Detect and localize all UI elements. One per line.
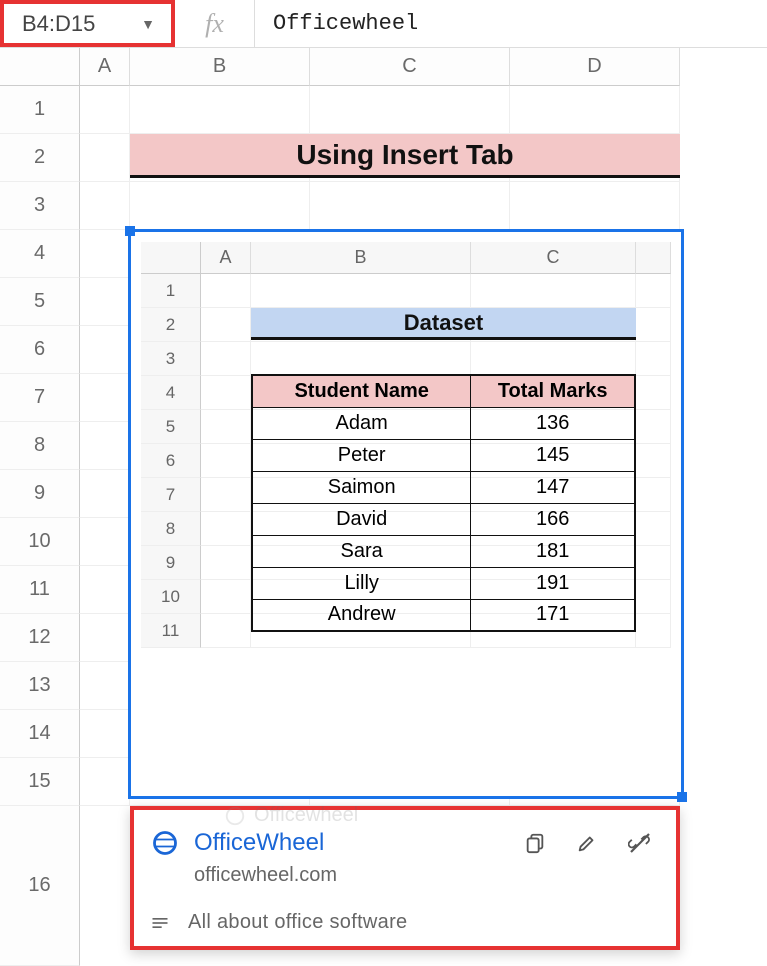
row-header[interactable]: 4 xyxy=(0,230,80,278)
dataset-banner: Dataset xyxy=(251,308,636,340)
name-box-value: B4:D15 xyxy=(22,11,95,37)
site-logo-icon xyxy=(150,828,180,858)
mini-row[interactable]: 5 xyxy=(141,410,201,444)
formula-bar: B4:D15 ▼ fx xyxy=(0,0,767,48)
copy-link-button[interactable] xyxy=(516,832,554,854)
mini-row[interactable]: 7 xyxy=(141,478,201,512)
sheet-body: 1 2 3 4 5 6 7 8 9 10 11 12 13 14 15 16 U… xyxy=(0,86,767,966)
mini-row[interactable]: 11 xyxy=(141,614,201,648)
data-table: Student Name Total Marks Adam136 Peter14… xyxy=(251,374,636,632)
edit-link-button[interactable] xyxy=(568,832,606,854)
row-headers: 1 2 3 4 5 6 7 8 9 10 11 12 13 14 15 16 xyxy=(0,86,80,966)
mini-col-d[interactable] xyxy=(636,242,671,274)
select-all-corner[interactable] xyxy=(0,48,80,86)
mini-col-a[interactable]: A xyxy=(201,242,251,274)
row-header[interactable]: 1 xyxy=(0,86,80,134)
row-header[interactable]: 7 xyxy=(0,374,80,422)
th-name: Student Name xyxy=(252,375,471,407)
row-header[interactable]: 16 xyxy=(0,806,80,966)
mini-corner[interactable] xyxy=(141,242,201,274)
row-header[interactable]: 15 xyxy=(0,758,80,806)
link-domain: officewheel.com xyxy=(194,864,660,887)
row-header[interactable]: 6 xyxy=(0,326,80,374)
cells-area[interactable]: Using Insert Tab A B C 1 2 3 4 5 xyxy=(80,86,767,966)
table-row: Andrew171 xyxy=(252,599,635,631)
column-header-row: A B C D xyxy=(0,48,767,86)
embedded-sheet: A B C 1 2 3 4 5 6 7 8 9 xyxy=(141,242,671,786)
mini-row[interactable]: 9 xyxy=(141,546,201,580)
table-row: Sara181 xyxy=(252,535,635,567)
description-icon xyxy=(150,913,170,933)
mini-col-c[interactable]: C xyxy=(471,242,636,274)
row-header[interactable]: 3 xyxy=(0,182,80,230)
mini-row[interactable]: 4 xyxy=(141,376,201,410)
col-header-d[interactable]: D xyxy=(510,48,680,86)
row-header[interactable]: 14 xyxy=(0,710,80,758)
formula-input[interactable] xyxy=(255,0,767,47)
table-row: David166 xyxy=(252,503,635,535)
row-header[interactable]: 13 xyxy=(0,662,80,710)
name-box[interactable]: B4:D15 ▼ xyxy=(0,0,175,47)
link-title[interactable]: OfficeWheel xyxy=(194,829,324,857)
fx-label: fx xyxy=(175,0,255,47)
row-header[interactable]: 12 xyxy=(0,614,80,662)
table-row: Peter145 xyxy=(252,439,635,471)
row-header[interactable]: 5 xyxy=(0,278,80,326)
table-row: Adam136 xyxy=(252,407,635,439)
remove-link-button[interactable] xyxy=(620,831,660,855)
col-header-b[interactable]: B xyxy=(130,48,310,86)
mini-row[interactable]: 6 xyxy=(141,444,201,478)
row-header[interactable]: 8 xyxy=(0,422,80,470)
mini-row[interactable]: 8 xyxy=(141,512,201,546)
page-title: Using Insert Tab xyxy=(130,134,680,178)
table-row: Lilly191 xyxy=(252,567,635,599)
selection-box[interactable]: A B C 1 2 3 4 5 6 7 8 9 xyxy=(128,229,684,799)
mini-row[interactable]: 2 xyxy=(141,308,201,342)
mini-row[interactable]: 3 xyxy=(141,342,201,376)
table-row: Saimon147 xyxy=(252,471,635,503)
row-header[interactable]: 9 xyxy=(0,470,80,518)
col-header-c[interactable]: C xyxy=(310,48,510,86)
link-description: All about office software xyxy=(188,911,407,934)
mini-row[interactable]: 10 xyxy=(141,580,201,614)
mini-row[interactable]: 1 xyxy=(141,274,201,308)
chevron-down-icon: ▼ xyxy=(141,16,155,32)
mini-col-b[interactable]: B xyxy=(251,242,471,274)
col-header-a[interactable]: A xyxy=(80,48,130,86)
row-header[interactable]: 11 xyxy=(0,566,80,614)
th-marks: Total Marks xyxy=(471,375,635,407)
watermark: Officewheel xyxy=(224,804,358,827)
row-header[interactable]: 10 xyxy=(0,518,80,566)
row-header[interactable]: 2 xyxy=(0,134,80,182)
link-card: OfficeWheel officewheel.com All about of… xyxy=(130,806,680,950)
